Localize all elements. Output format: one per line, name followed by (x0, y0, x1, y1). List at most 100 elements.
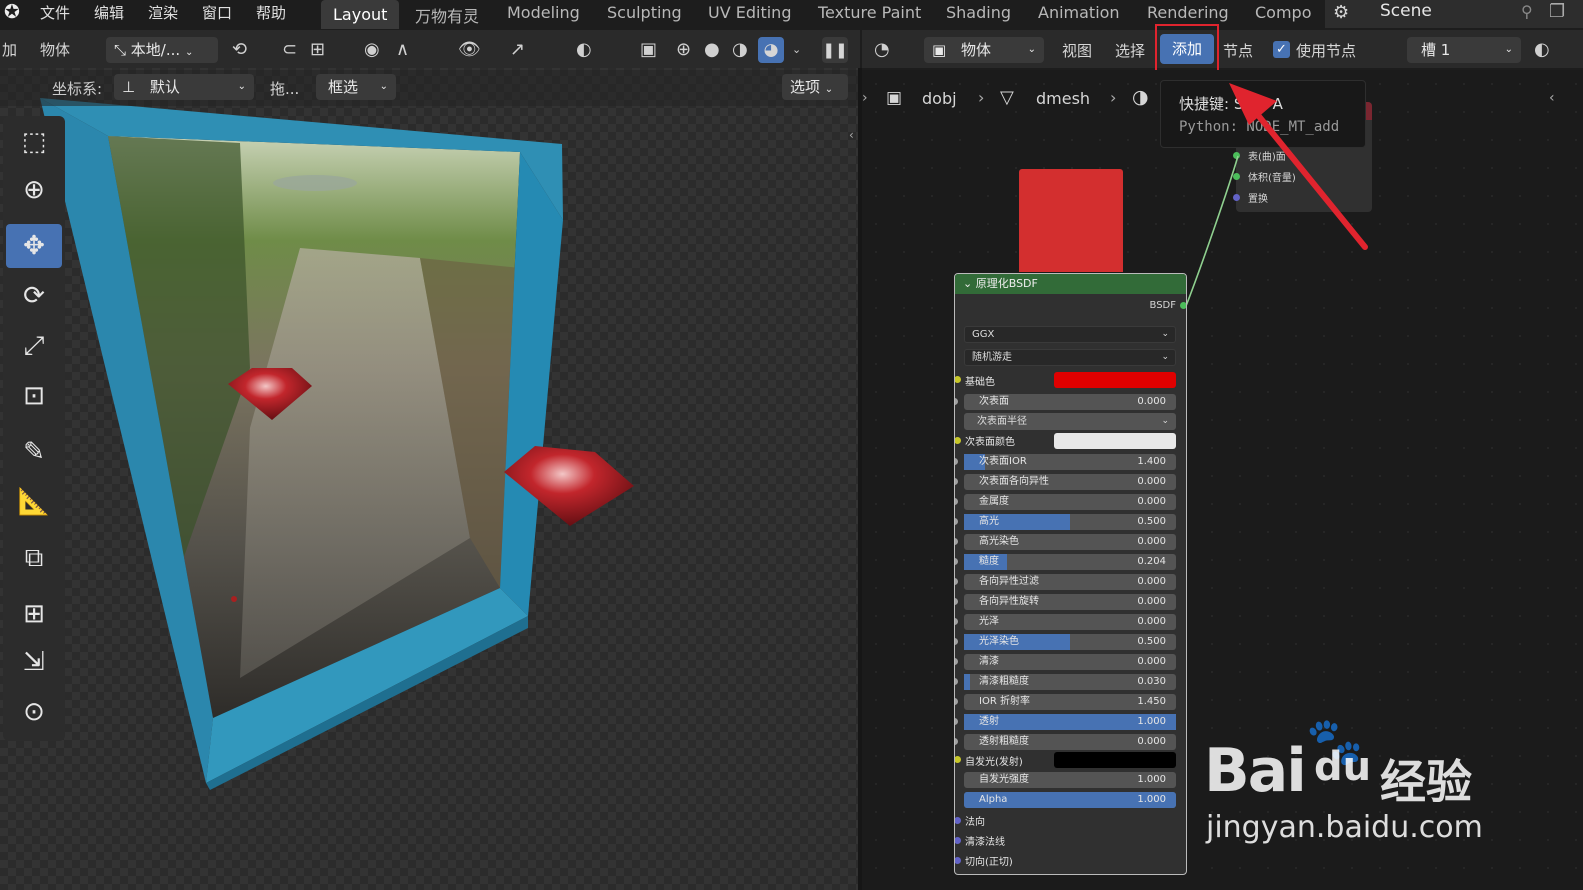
menu-window[interactable]: 窗口 (202, 2, 232, 23)
menu-render[interactable]: 渲染 (148, 2, 178, 23)
wireframe-shading-icon[interactable]: ⊕ (676, 37, 691, 63)
new-scene-icon[interactable]: ❐ (1549, 1, 1565, 22)
bsdf-slider-row[interactable]: 次表面 0.000 (955, 394, 1176, 410)
shear-tool[interactable]: ⇲ (6, 640, 62, 684)
input-socket[interactable] (955, 618, 958, 625)
tab-shading[interactable]: Shading (946, 3, 1011, 22)
bsdf-slider-row[interactable]: 各向异性旋转 0.000 (955, 594, 1176, 610)
shading-options-chevron-icon[interactable]: ⌄ (792, 37, 801, 63)
expand-left-icon[interactable]: › (862, 90, 868, 106)
view-menu[interactable]: 视图 (1062, 40, 1092, 61)
input-socket[interactable] (955, 578, 958, 585)
scale-tool[interactable]: ⤢ (6, 324, 62, 368)
normal-socket[interactable] (955, 817, 961, 824)
base-color-socket[interactable] (955, 376, 961, 383)
transform-orientation-dropdown[interactable]: ⤡ 本地/... ⌄ (106, 37, 218, 63)
use-nodes-checkbox[interactable]: ✓ (1273, 41, 1290, 58)
input-socket[interactable] (955, 598, 958, 605)
input-socket[interactable] (955, 738, 958, 745)
scene-name[interactable]: Scene (1380, 1, 1432, 21)
proportional-edit-icon[interactable]: ◉ (364, 37, 380, 63)
extrude-tool[interactable]: ⊞ (6, 592, 62, 636)
select-mode-dropdown[interactable]: 框选 ⌄ (316, 74, 396, 100)
bsdf-slider-row[interactable]: 透射 1.000 (955, 714, 1176, 730)
object-mode-dropdown[interactable]: ▣ 物体 ⌄ (924, 37, 1044, 63)
bsdf-slider-row[interactable]: 光泽染色 0.500 (955, 634, 1176, 650)
tab-uv-editing[interactable]: UV Editing (708, 3, 791, 22)
tab-compositing[interactable]: Compo (1255, 3, 1312, 22)
input-socket[interactable] (955, 698, 958, 705)
bsdf-slider-row[interactable]: Alpha 1.000 (964, 792, 1176, 808)
input-socket[interactable] (955, 478, 958, 485)
rotate-tool[interactable]: ⟳ (6, 274, 62, 318)
bsdf-slider-row[interactable]: 高光染色 0.000 (955, 534, 1176, 550)
move-tool[interactable]: ✥ (6, 224, 62, 268)
distribution-dropdown[interactable]: GGX ⌄ (964, 326, 1176, 343)
subsurface-color-socket[interactable] (955, 437, 961, 444)
cursor-tool[interactable]: ⊕ (6, 168, 62, 212)
overlay-icon[interactable]: ◐ (576, 37, 592, 63)
tangent-socket[interactable] (955, 857, 961, 864)
input-socket[interactable] (955, 518, 958, 525)
gizmo-icon[interactable]: ↗ (510, 37, 525, 63)
emission-swatch[interactable] (1054, 752, 1176, 768)
object-menu[interactable]: 物体 (40, 39, 70, 60)
bsdf-slider-row[interactable]: 自发光强度 1.000 (964, 772, 1176, 788)
collapse-chevron-icon[interactable]: ⌄ (963, 277, 972, 290)
rendered-shading-icon[interactable]: ◕ (758, 37, 784, 63)
input-socket[interactable] (955, 498, 958, 505)
bsdf-slider-row[interactable]: 光泽 0.000 (955, 614, 1176, 630)
bsdf-slider-row[interactable]: 次表面IOR 1.400 (955, 454, 1176, 470)
collapse-toolbar-icon[interactable]: ‹ (849, 128, 854, 142)
transform-tool[interactable]: ⊡ (6, 374, 62, 418)
add-cube-tool[interactable]: ⧉ (6, 536, 62, 580)
base-color-swatch[interactable] (1054, 372, 1176, 388)
material-shading-icon[interactable]: ◑ (732, 37, 748, 63)
input-socket[interactable] (955, 658, 958, 665)
use-nodes-label[interactable]: 使用节点 (1296, 40, 1356, 61)
falloff-icon[interactable]: ∧ (396, 37, 409, 63)
input-socket[interactable] (955, 558, 958, 565)
visibility-icon[interactable]: 👁 (458, 37, 481, 63)
tab-modeling[interactable]: Modeling (507, 3, 580, 22)
clearcoat-normal-socket[interactable] (955, 837, 961, 844)
tab-layout[interactable]: Layout (321, 0, 400, 29)
blender-logo-icon[interactable]: ✪ (4, 1, 20, 23)
slot-dropdown[interactable]: 槽 1 ⌄ (1407, 37, 1521, 63)
tab-rendering[interactable]: Rendering (1147, 3, 1229, 22)
options-dropdown[interactable]: 选项 ⌄ (782, 74, 848, 100)
bsdf-slider-row[interactable]: 金属度 0.000 (955, 494, 1176, 510)
node-menu[interactable]: 节点 (1223, 40, 1253, 61)
input-socket[interactable] (955, 398, 958, 405)
add-menu-button[interactable]: 添加 (1160, 34, 1214, 64)
bsdf-slider-row[interactable]: 次表面各向异性 0.000 (955, 474, 1176, 490)
bsdf-slider-row[interactable]: 清漆粗糙度 0.030 (955, 674, 1176, 690)
menu-edit[interactable]: 编辑 (94, 2, 124, 23)
subsurface-method-dropdown[interactable]: 随机游走 ⌄ (964, 349, 1176, 366)
tab-wanwu[interactable]: 万物有灵 (415, 3, 479, 27)
input-socket[interactable] (955, 678, 958, 685)
scene-selector[interactable]: ⚙ Scene ⚲ ❐ (1325, 0, 1583, 28)
editor-type-icon[interactable]: ◔ (874, 37, 890, 63)
input-socket[interactable] (955, 718, 958, 725)
pin-icon[interactable]: ⚲ (1521, 2, 1533, 21)
expand-sidebar-icon[interactable]: ‹ (1549, 90, 1555, 106)
3d-viewport[interactable] (0, 68, 860, 890)
input-socket[interactable] (955, 458, 958, 465)
pivot-icon[interactable]: ⟲ (232, 37, 247, 63)
measure-tool[interactable]: 📐 (6, 480, 62, 524)
snap-icon[interactable]: ⊂ (282, 37, 297, 63)
add-menu[interactable]: 加 (2, 39, 17, 60)
subsurface-color-swatch[interactable] (1054, 433, 1176, 449)
xray-icon[interactable]: ▣ (640, 37, 657, 63)
snap-target-icon[interactable]: ⊞ (310, 37, 325, 63)
select-box-tool[interactable]: ⬚ (6, 120, 62, 164)
subsurface-radius-dropdown[interactable]: 次表面半径 ⌄ (964, 413, 1176, 430)
bsdf-slider-row[interactable]: 高光 0.500 (955, 514, 1176, 530)
solid-shading-icon[interactable]: ● (704, 37, 720, 63)
transform-alt-tool[interactable]: ⊙ (6, 690, 62, 734)
bsdf-slider-row[interactable]: 透射粗糙度 0.000 (955, 734, 1176, 750)
coord-dropdown[interactable]: ⊥ 默认 ⌄ (114, 74, 254, 100)
tab-sculpting[interactable]: Sculpting (607, 3, 682, 22)
emission-socket[interactable] (955, 756, 961, 763)
